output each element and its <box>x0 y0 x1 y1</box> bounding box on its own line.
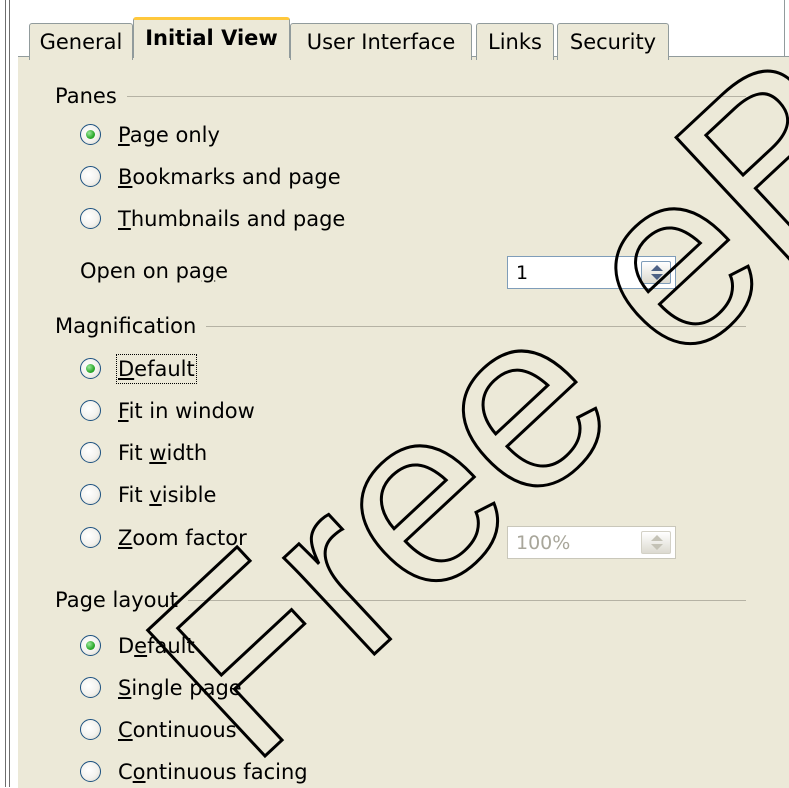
radio-fit-in-window[interactable] <box>80 400 101 421</box>
label-zoom-factor[interactable]: Zoom factor <box>118 525 247 551</box>
radio-layout-default[interactable] <box>80 635 101 656</box>
radio-continuous-facing[interactable] <box>80 761 101 782</box>
radio-thumbnails-and-page[interactable] <box>80 208 101 229</box>
tab-general[interactable]: General <box>29 23 133 60</box>
radio-selected-dot <box>86 641 95 650</box>
zoom-factor-spinbox[interactable]: 100% <box>507 526 676 559</box>
label-fit-width[interactable]: Fit width <box>118 440 207 466</box>
label-fit-in-window[interactable]: Fit in window <box>118 398 255 424</box>
zoom-factor-value: 100% <box>516 532 571 554</box>
label-page-only[interactable]: Page only <box>118 122 220 148</box>
radio-page-only[interactable] <box>80 124 101 145</box>
label-single-page[interactable]: Single page <box>118 675 242 701</box>
tab-links[interactable]: Links <box>476 23 554 60</box>
label-thumbnails-and-page[interactable]: Thumbnails and page <box>118 206 345 232</box>
tab-initial-view[interactable]: Initial View <box>133 17 290 58</box>
label-fit-visible[interactable]: Fit visible <box>118 482 216 508</box>
label-bookmarks-and-page[interactable]: Bookmarks and page <box>118 164 341 190</box>
panes-heading: Panes <box>55 82 127 110</box>
tab-security[interactable]: Security <box>557 23 669 60</box>
radio-fit-width[interactable] <box>80 442 101 463</box>
radio-fit-visible[interactable] <box>80 484 101 505</box>
magnification-heading: Magnification <box>55 312 207 340</box>
tab-user-interface[interactable]: User Interface <box>290 23 472 60</box>
spin-up-icon[interactable] <box>651 265 663 271</box>
label-continuous-facing[interactable]: Continuous facing <box>118 759 308 785</box>
open-on-page-spinbox[interactable]: 1 <box>507 256 676 289</box>
radio-single-page[interactable] <box>80 677 101 698</box>
label-layout-default[interactable]: Default <box>118 633 195 659</box>
page-layout-heading: Page layout <box>55 586 189 614</box>
spin-down-icon[interactable] <box>651 274 663 280</box>
window-edge-inner <box>9 0 10 787</box>
radio-zoom-factor[interactable] <box>80 527 101 548</box>
radio-magnification-default[interactable] <box>80 358 101 379</box>
radio-continuous[interactable] <box>80 719 101 740</box>
label-continuous[interactable]: Continuous <box>118 717 237 743</box>
radio-bookmarks-and-page[interactable] <box>80 166 101 187</box>
spin-buttons <box>641 531 671 554</box>
spin-buttons[interactable] <box>641 261 671 284</box>
open-on-page-value[interactable]: 1 <box>516 260 528 286</box>
open-on-page-label: Open on page <box>80 259 229 283</box>
spin-down-icon <box>651 544 663 550</box>
radio-selected-dot <box>86 364 95 373</box>
window-edge-left <box>5 0 6 787</box>
spin-up-icon <box>651 535 663 541</box>
panes-separator <box>55 96 746 97</box>
radio-selected-dot <box>86 130 95 139</box>
label-magnification-default[interactable]: Default <box>116 354 197 384</box>
